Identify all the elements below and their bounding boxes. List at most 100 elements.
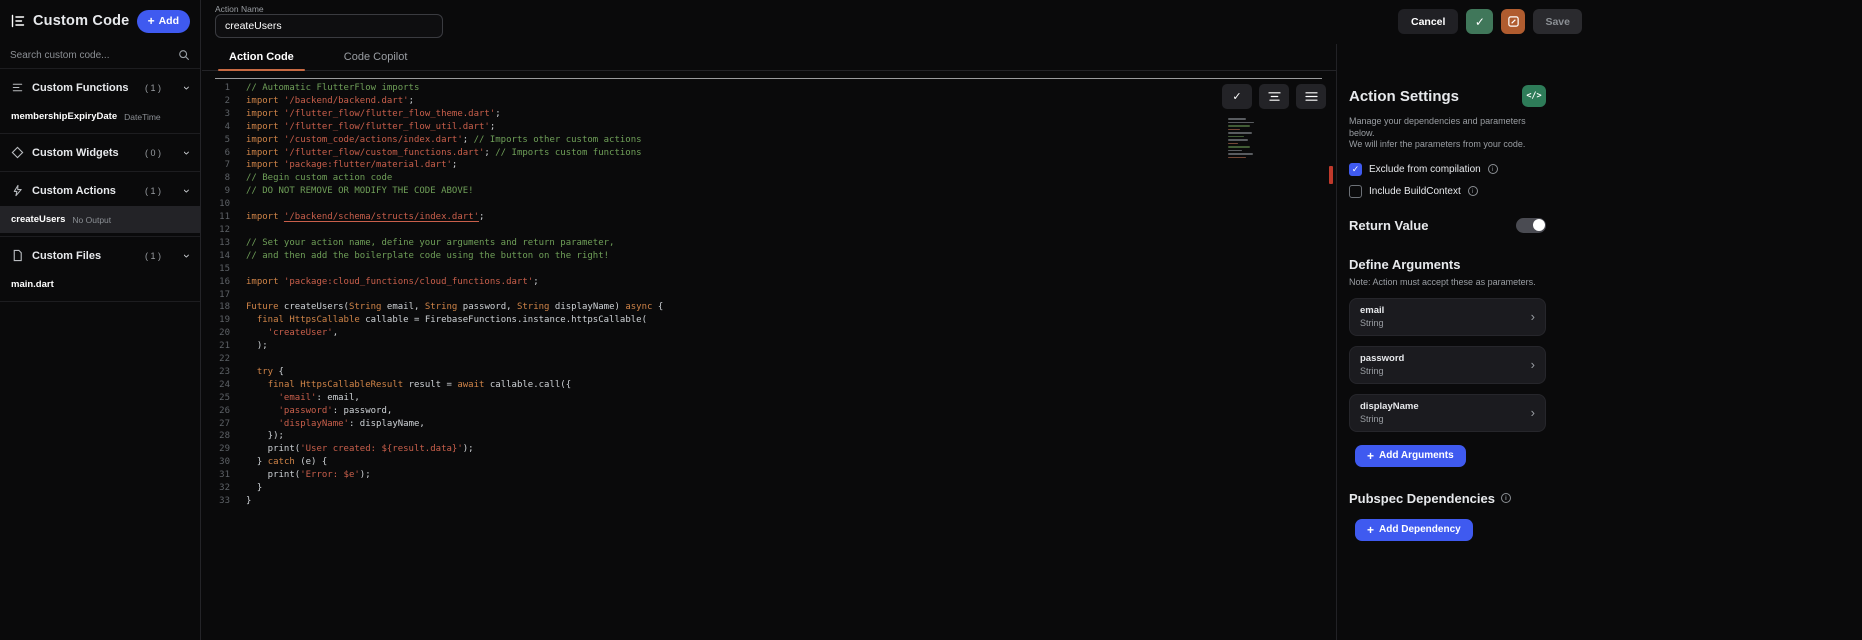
minimap[interactable] — [1228, 118, 1264, 158]
code-line[interactable]: 25 'email': email, — [202, 392, 1336, 405]
code-line[interactable]: 3 import '/flutter_flow/flutter_flow_them… — [202, 108, 1336, 121]
line-number: 30 — [219, 457, 230, 468]
chevron-down-icon[interactable]: › — [180, 254, 194, 258]
code-line[interactable]: 7 import 'package:flutter/material.dart'; — [202, 159, 1336, 172]
code-line[interactable]: 30 } catch (e) { — [202, 456, 1336, 469]
cancel-button[interactable]: Cancel — [1398, 9, 1459, 34]
code-line[interactable]: 17 — [202, 289, 1336, 302]
code-line[interactable]: 32 } — [202, 482, 1336, 495]
format-check-button[interactable]: ✓ — [1222, 84, 1252, 109]
code-line[interactable]: 20 'createUser', — [202, 327, 1336, 340]
action-settings-panel: Action Settings </> Manage your dependen… — [1336, 44, 1558, 640]
code-line[interactable]: 22 — [202, 353, 1336, 366]
add-dependency-label: Add Dependency — [1379, 524, 1461, 535]
code-line[interactable]: 31 print('Error: $e'); — [202, 469, 1336, 482]
line-number: 24 — [219, 379, 230, 390]
sidebar-section: Custom Functions ( 1 ) › membershipExpiryDa… — [0, 69, 200, 134]
custom-code-logo-icon — [10, 13, 26, 29]
sidebar-section-header[interactable]: Custom Files ( 1 ) › — [0, 240, 200, 271]
code-line[interactable]: 8// Begin custom action code — [202, 172, 1336, 185]
code-line[interactable]: 12 — [202, 224, 1336, 237]
code-line[interactable]: 13// Set your action name, define your a… — [202, 237, 1336, 250]
code-line[interactable]: 5 import '/custom_code/actions/index.dart… — [202, 134, 1336, 147]
code-line[interactable]: 23 try { — [202, 366, 1336, 379]
info-icon[interactable]: i — [1500, 493, 1511, 503]
tab-action-code[interactable]: Action Code — [218, 44, 305, 71]
code-line[interactable]: 28 }); — [202, 430, 1336, 443]
argument-card-displayName[interactable]: displayName String › — [1349, 393, 1546, 432]
panel-title-row: Action Settings </> — [1349, 85, 1546, 107]
code-line[interactable]: 21 ); — [202, 340, 1336, 353]
tab-code-copilot[interactable]: Code Copilot — [344, 44, 408, 70]
code-editor[interactable]: 1// Automatic FlutterFlow imports 2 import… — [202, 72, 1336, 640]
search-input[interactable] — [10, 49, 178, 61]
view-code-button[interactable]: </> — [1522, 85, 1546, 107]
add-dependency-button[interactable]: + Add Dependency — [1355, 518, 1473, 541]
add-button[interactable]: + Add — [136, 9, 190, 33]
code-line[interactable]: 14// and then add the boilerplate code u… — [202, 250, 1336, 263]
code-line[interactable]: 26 'password': password, — [202, 405, 1336, 418]
line-number: 26 — [219, 405, 230, 416]
checkbox[interactable]: ✓ — [1349, 162, 1362, 176]
save-button[interactable]: Save — [1533, 9, 1582, 34]
sidebar-section-header[interactable]: Custom Actions ( 1 ) › — [0, 175, 200, 206]
argument-card-password[interactable]: password String › — [1349, 345, 1546, 384]
code-line[interactable]: 1// Automatic FlutterFlow imports — [202, 82, 1336, 95]
code-line[interactable]: 24 final HttpsCallableResult result = aw… — [202, 379, 1336, 392]
line-number: 22 — [219, 354, 230, 365]
add-arguments-label: Add Arguments — [1379, 450, 1454, 461]
argument-name: displayName — [1360, 401, 1419, 412]
line-number: 21 — [219, 341, 230, 352]
code-line[interactable]: 4 import '/flutter_flow/flutter_flow_util… — [202, 121, 1336, 134]
code-line[interactable]: 19 final HttpsCallable callable = Fireba… — [202, 314, 1336, 327]
align-center-button[interactable] — [1259, 84, 1289, 109]
info-icon[interactable]: i — [1467, 186, 1478, 196]
argument-type: String — [1360, 366, 1384, 376]
validate-code-button[interactable]: ✓ — [1466, 9, 1494, 34]
error-marker — [1329, 166, 1333, 184]
sidebar-item-main.dart[interactable]: main.dart — [0, 271, 200, 298]
code-line[interactable]: 11 import '/backend/schema/structs/index.… — [202, 211, 1336, 224]
chevron-down-icon[interactable]: › — [180, 151, 194, 155]
sidebar-section: Custom Actions ( 1 ) › createUsers No Output — [0, 172, 200, 237]
code-line[interactable]: 6 import '/flutter_flow/custom_functions.… — [202, 147, 1336, 160]
panel-description-line2: We will infer the parameters from your c… — [1349, 139, 1526, 149]
code-line[interactable]: 15 — [202, 263, 1336, 276]
add-arguments-button[interactable]: + Add Arguments — [1355, 444, 1466, 467]
argument-card-email[interactable]: email String › — [1349, 297, 1546, 336]
sidebar-item-membershipExpiryDate[interactable]: membershipExpiryDate DateTime — [0, 103, 200, 130]
line-number: 5 — [224, 134, 230, 145]
code-line[interactable]: 29 print('User created: ${result.data}')… — [202, 443, 1336, 456]
align-justify-button[interactable] — [1296, 84, 1326, 109]
checkbox[interactable] — [1349, 184, 1362, 198]
chevron-down-icon[interactable]: › — [180, 86, 194, 90]
sidebar-item-createUsers[interactable]: createUsers No Output — [0, 206, 200, 233]
code-line[interactable]: 18 Future createUsers(String email, Strin… — [202, 301, 1336, 314]
search-bar[interactable] — [0, 42, 200, 69]
action-name-input[interactable] — [215, 14, 443, 38]
return-value-toggle[interactable] — [1516, 217, 1546, 233]
section-label: Custom Actions — [32, 184, 116, 197]
checkbox-row[interactable]: Include BuildContext i — [1349, 184, 1546, 198]
open-editor-button[interactable] — [1501, 9, 1526, 34]
sidebar-section-header[interactable]: Custom Widgets ( 0 ) › — [0, 137, 200, 168]
sidebar-title: Custom Code — [33, 13, 130, 29]
line-number: 23 — [219, 366, 230, 377]
line-number: 1 — [224, 83, 230, 93]
code-line[interactable]: 27 'displayName': displayName, — [202, 418, 1336, 431]
chevron-down-icon[interactable]: › — [180, 189, 194, 193]
line-number: 12 — [219, 224, 230, 235]
code-line[interactable]: 2 import '/backend/backend.dart'; — [202, 95, 1336, 108]
plus-icon: + — [147, 14, 155, 28]
info-icon[interactable]: i — [1487, 164, 1498, 174]
line-number: 9 — [224, 186, 230, 197]
sidebar-sections: Custom Functions ( 1 ) › membershipExpiryDa… — [0, 69, 200, 302]
line-number: 7 — [224, 160, 230, 171]
code-line[interactable]: 10 — [202, 198, 1336, 211]
checkbox-row[interactable]: ✓ Exclude from compilation i — [1349, 162, 1546, 176]
code-line[interactable]: 16 import 'package:cloud_functions/cloud_… — [202, 276, 1336, 289]
sidebar-section-header[interactable]: Custom Functions ( 1 ) › — [0, 72, 200, 103]
checkbox-label: Exclude from compilation — [1369, 163, 1481, 175]
code-line[interactable]: 33} — [202, 495, 1336, 508]
code-line[interactable]: 9// DO NOT REMOVE OR MODIFY THE CODE ABO… — [202, 185, 1336, 198]
